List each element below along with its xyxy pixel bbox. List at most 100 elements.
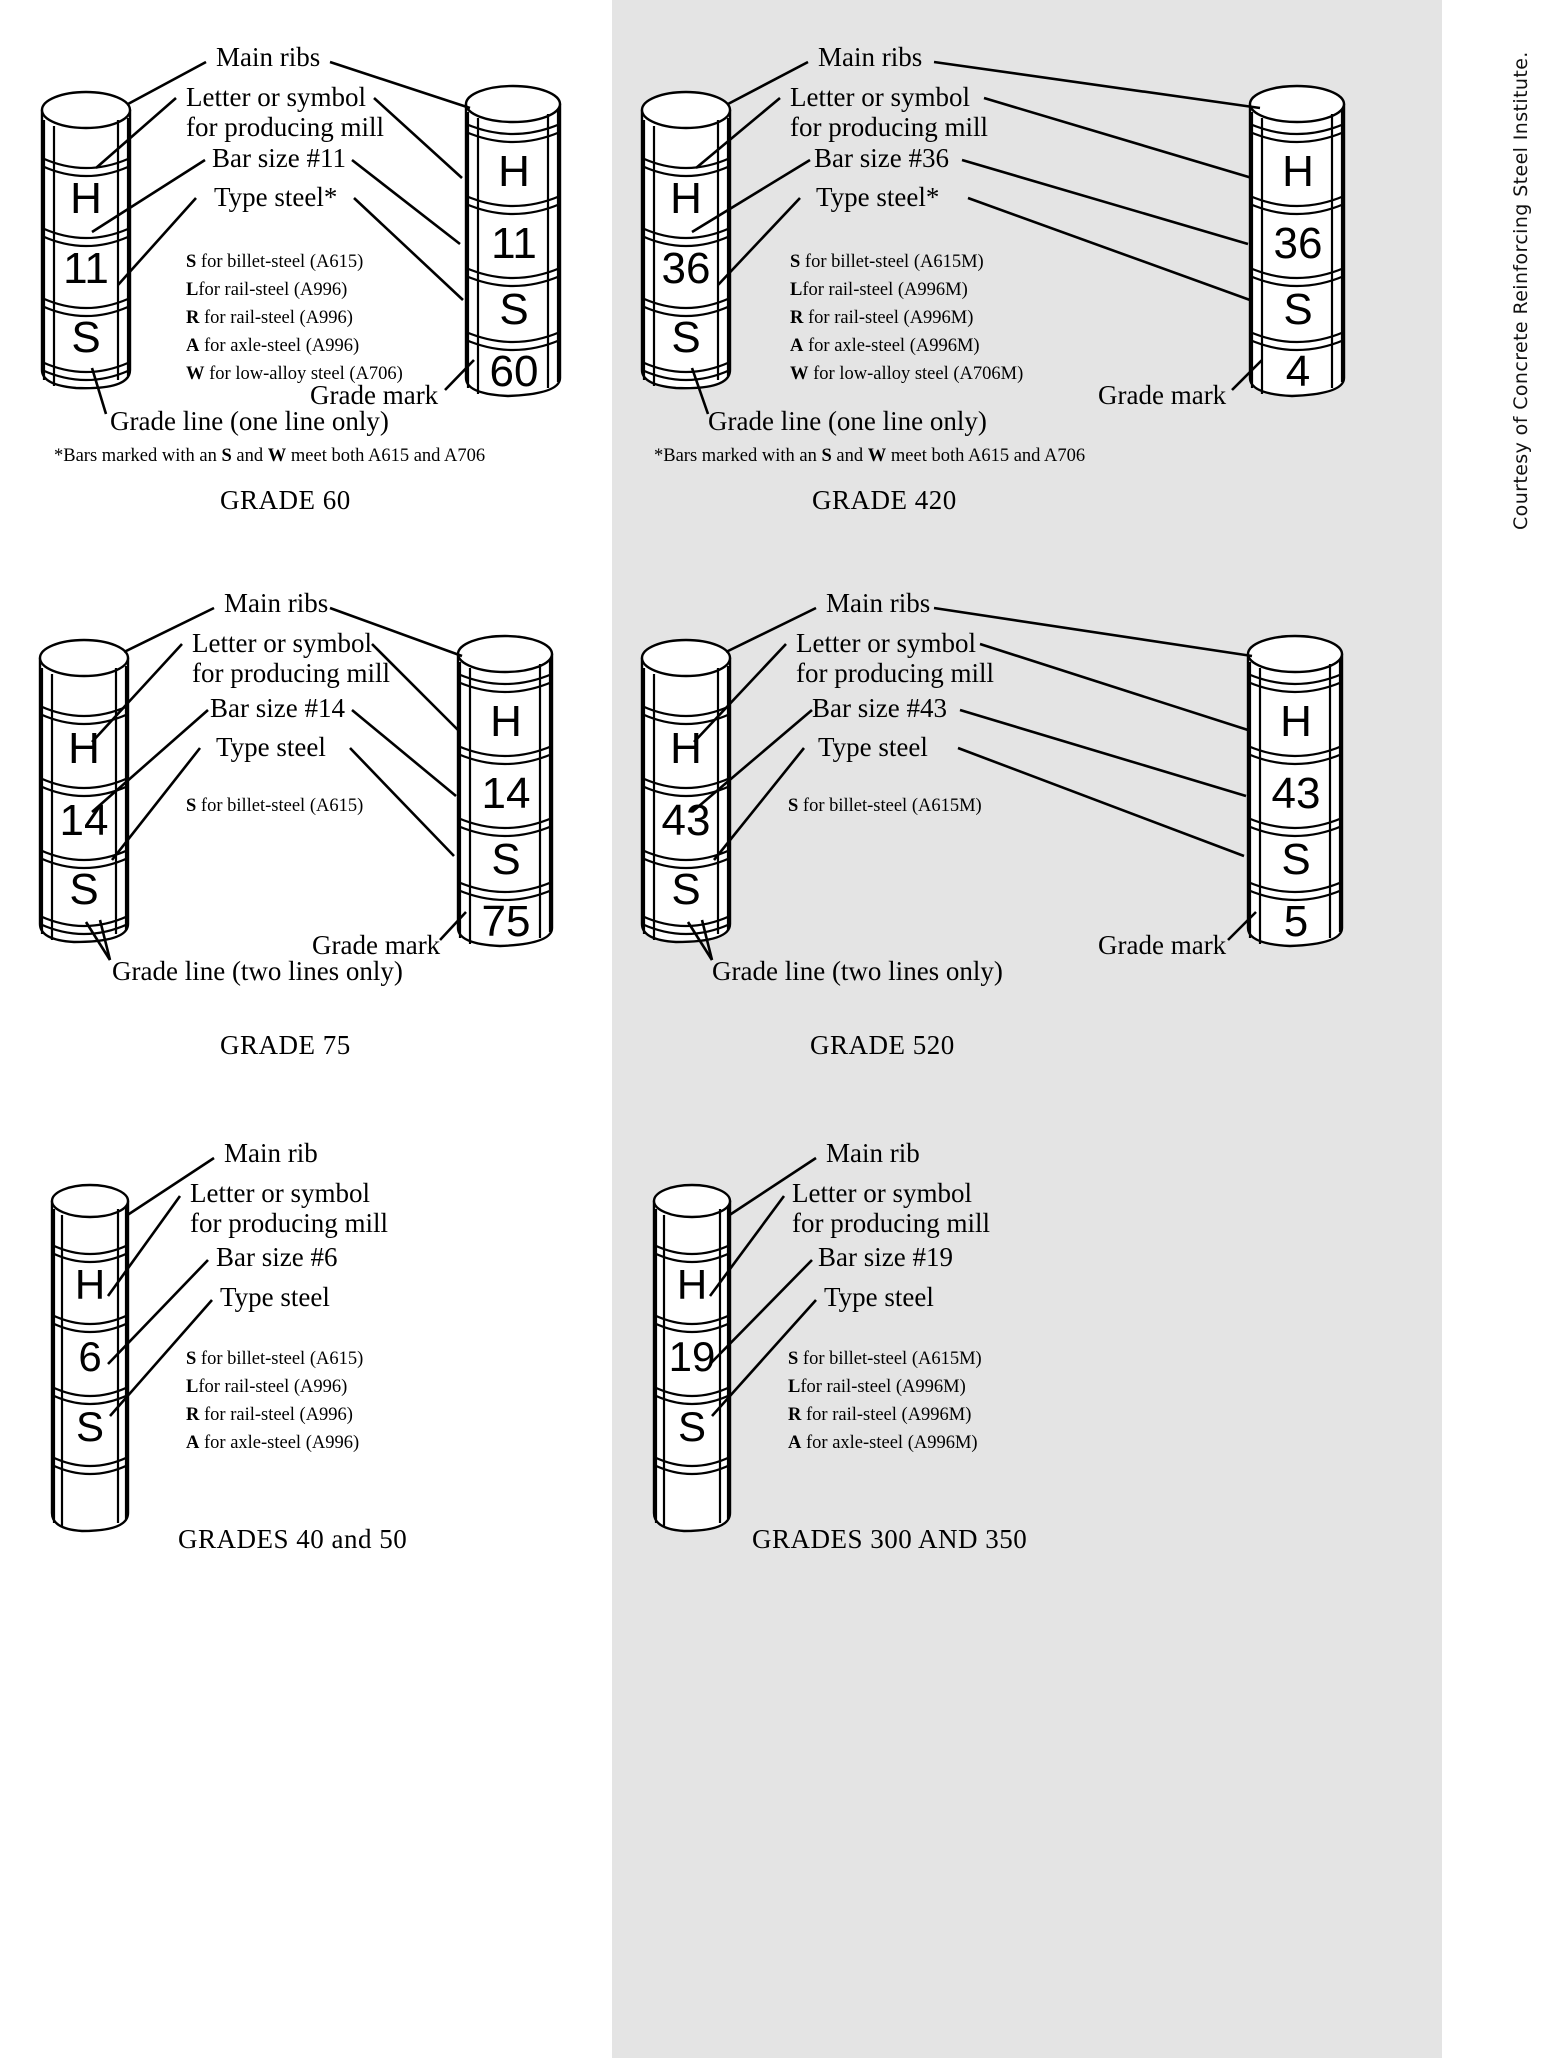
- bar-mark: H: [1282, 147, 1314, 196]
- bar-mark: 11: [63, 244, 109, 293]
- list-item: S for billet-steel (A615M): [788, 1349, 982, 1369]
- bar-mark: S: [499, 285, 528, 334]
- list-item: A for axle-steel (A996M): [790, 336, 980, 357]
- list-item: R for rail-steel (A996): [186, 1405, 353, 1426]
- label-bar-size: Bar size #14: [210, 693, 345, 723]
- bar-mark: S: [71, 313, 100, 362]
- bar-mark: 14: [60, 796, 109, 845]
- bar-mark: H: [677, 1261, 707, 1308]
- label-bar-size: Bar size #43: [812, 693, 947, 723]
- type-steel-list: S for billet-steel (A615M) Lfor rail-ste…: [788, 1345, 982, 1457]
- label-type-steel: Type steel: [818, 732, 928, 762]
- label-letter-symbol: Letter or symbol for producing mill: [792, 1178, 990, 1239]
- label-type-steel: Type steel*: [816, 182, 940, 212]
- panel-grade-75: H 14 S H 14 S 75 Main ribs Letter or sym…: [0, 560, 612, 1120]
- rebar-left-grade-420: H 36 S: [630, 80, 760, 400]
- list-item: Lfor rail-steel (A996M): [788, 1377, 966, 1398]
- label-letter-symbol: Letter or symbol for producing mill: [186, 82, 384, 143]
- bar-mark: 4: [1286, 347, 1310, 396]
- label-main-ribs: Main ribs: [818, 42, 923, 72]
- bar-mark: 43: [1272, 769, 1321, 818]
- label-bar-size: Bar size #6: [216, 1242, 338, 1272]
- list-item: W for low-alloy steel (A706M): [790, 364, 1024, 385]
- label-type-steel: Type steel*: [214, 182, 338, 212]
- label-letter-symbol: Letter or symbol for producing mill: [796, 628, 994, 689]
- label-type-steel: Type steel: [216, 732, 326, 762]
- footnote-bars-marked: *Bars marked with an S and W meet both A…: [654, 446, 1086, 466]
- label-grade-mark: Grade mark: [1098, 380, 1227, 410]
- rebar-left-grade-520: H 43 S: [630, 628, 760, 958]
- bar-mark: S: [76, 1403, 104, 1450]
- label-main-ribs: Main ribs: [826, 588, 931, 618]
- bar-mark: 14: [482, 769, 531, 818]
- rebar-grades-300-350: H 19 S: [642, 1175, 752, 1545]
- bar-mark: S: [491, 835, 520, 884]
- bar-mark: S: [671, 865, 700, 914]
- label-type-steel: Type steel: [220, 1282, 330, 1312]
- label-main-rib: Main rib: [224, 1138, 318, 1168]
- rebar-right-grade-75: H 14 S 75: [440, 628, 580, 958]
- bar-mark: H: [670, 174, 702, 223]
- label-grade-line: Grade line (one line only): [708, 406, 987, 436]
- panel-grades-40-50: H 6 S Main rib Letter or symbol for prod…: [0, 1120, 612, 2058]
- label-bar-size: Bar size #36: [814, 143, 949, 173]
- type-steel-list: S for billet-steel (A615M): [788, 792, 982, 820]
- rebar-right-grade-60: H 11 S 60: [448, 78, 588, 408]
- label-letter-symbol: Letter or symbol for producing mill: [192, 628, 390, 689]
- list-item: R for rail-steel (A996): [186, 308, 353, 329]
- bar-mark: 36: [662, 244, 711, 293]
- panel-caption: GRADE 420: [812, 485, 957, 515]
- bar-mark: S: [1283, 285, 1312, 334]
- bar-mark: H: [75, 1261, 105, 1308]
- bar-mark: 5: [1284, 897, 1308, 946]
- bar-mark: S: [1281, 835, 1310, 884]
- bar-mark: 36: [1274, 219, 1323, 268]
- list-item: S for billet-steel (A615): [186, 1349, 364, 1369]
- label-grade-line: Grade line (one line only): [110, 406, 389, 436]
- label-bar-size: Bar size #19: [818, 1242, 953, 1272]
- list-item: R for rail-steel (A996M): [788, 1405, 972, 1426]
- panel-grade-520: H 43 S H 43 S 5 Main ribs Letter or symb…: [612, 560, 1442, 1120]
- panel-grade-420: H 36 S H 36 S 4 Main ribs Letter or symb…: [612, 0, 1442, 560]
- courtesy-credit: Courtesy of Concrete Reinforcing Steel I…: [1510, 51, 1532, 530]
- bar-mark: H: [1280, 697, 1312, 746]
- list-item: Lfor rail-steel (A996): [186, 280, 348, 301]
- label-letter-symbol: Letter or symbol for producing mill: [190, 1178, 388, 1239]
- label-bar-size: Bar size #11: [212, 143, 346, 173]
- bar-mark: S: [671, 313, 700, 362]
- type-steel-list: S for billet-steel (A615) Lfor rail-stee…: [186, 1345, 363, 1457]
- bar-mark: 43: [662, 796, 711, 845]
- panel-caption: GRADE 75: [220, 1030, 351, 1060]
- rebar-right-grade-420: H 36 S 4: [1232, 78, 1372, 408]
- label-main-ribs: Main ribs: [216, 42, 321, 72]
- bar-mark: 75: [482, 897, 531, 946]
- list-item: A for axle-steel (A996): [186, 336, 360, 357]
- bar-mark: S: [69, 865, 98, 914]
- bar-mark: H: [68, 724, 100, 773]
- list-item: R for rail-steel (A996M): [790, 308, 974, 329]
- bar-mark: 19: [669, 1333, 716, 1380]
- list-item: S for billet-steel (A615M): [788, 796, 982, 816]
- label-type-steel: Type steel: [824, 1282, 934, 1312]
- panel-caption: GRADES 300 AND 350: [752, 1524, 1028, 1554]
- type-steel-list: S for billet-steel (A615M) Lfor rail-ste…: [790, 248, 1023, 389]
- label-grade-line: Grade line (two lines only): [112, 956, 403, 986]
- bar-mark: H: [70, 174, 102, 223]
- bar-mark: S: [678, 1403, 706, 1450]
- list-item: A for axle-steel (A996M): [788, 1433, 978, 1454]
- bar-mark: 11: [491, 219, 537, 268]
- footnote-bars-marked: *Bars marked with an S and W meet both A…: [54, 446, 486, 466]
- list-item: S for billet-steel (A615M): [790, 252, 984, 272]
- type-steel-list: S for billet-steel (A615): [186, 792, 363, 820]
- label-main-ribs: Main ribs: [224, 588, 329, 618]
- rebar-left-grade-60: H 11 S: [30, 80, 160, 400]
- panel-caption: GRADE 60: [220, 485, 351, 515]
- bar-mark: H: [498, 147, 530, 196]
- panel-grades-300-350: H 19 S Main rib Letter or symbol for pro…: [612, 1120, 1442, 2058]
- label-grade-line: Grade line (two lines only): [712, 956, 1003, 986]
- rebar-left-grade-75: H 14 S: [28, 628, 158, 958]
- rebar-grades-40-50: H 6 S: [40, 1175, 150, 1545]
- bar-mark: 6: [78, 1333, 101, 1380]
- list-item: Lfor rail-steel (A996M): [790, 280, 968, 301]
- bar-mark: 60: [490, 347, 539, 396]
